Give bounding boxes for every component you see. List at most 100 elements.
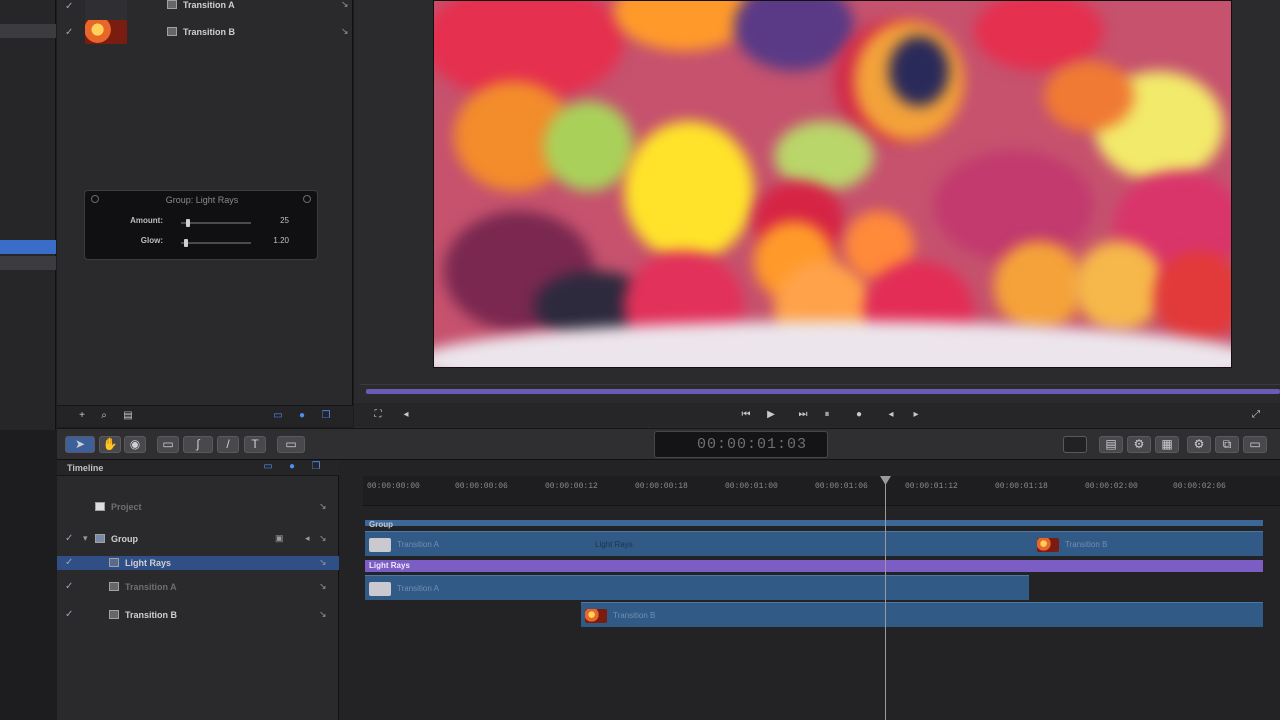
behaviors-icon[interactable]: ⚙	[1127, 436, 1151, 453]
hud-title: Group: Light Rays	[165, 195, 239, 205]
library-item[interactable]	[0, 24, 56, 38]
timeline-tracks[interactable]: 00:00:00:00 00:00:00:06 00:00:00:12 00:0…	[363, 460, 1280, 720]
playhead[interactable]	[885, 476, 886, 720]
mini-timeline[interactable]	[360, 375, 1280, 403]
arrow-icon: ↘	[319, 609, 327, 619]
ruler-label: 00:00:00:12	[545, 482, 598, 491]
add-icon[interactable]: +	[75, 409, 89, 423]
pause-icon[interactable]: ⏸	[820, 408, 834, 422]
bezier-tool-icon[interactable]: ∫	[183, 436, 213, 453]
audio-icon[interactable]: ◂	[305, 534, 314, 543]
clip-label: Transition B	[613, 611, 656, 620]
mask-tool-icon[interactable]: ▭	[277, 436, 305, 453]
ruler-label: 00:00:01:06	[815, 482, 868, 491]
checkbox-icon[interactable]: ✓	[65, 28, 75, 38]
rectangle-tool-icon[interactable]: ▭	[157, 436, 179, 453]
film-icon	[167, 0, 177, 9]
lock-icon[interactable]: ▣	[275, 534, 284, 543]
timeline-gutter	[339, 460, 363, 720]
viewer-icon[interactable]: ▭	[261, 460, 275, 474]
film-icon	[109, 610, 119, 619]
checkbox-icon[interactable]: ✓	[65, 534, 75, 544]
clip-label: Transition B	[1065, 540, 1108, 549]
color-swatch[interactable]	[1063, 436, 1087, 453]
loop-icon[interactable]: ◂	[399, 408, 413, 422]
filter-icon	[109, 558, 119, 567]
next-frame-icon[interactable]: ▸	[909, 408, 923, 422]
timeline-row-transition-b[interactable]: ✓ Transition B ↘	[57, 604, 339, 626]
ruler-label: 00:00:00:06	[455, 482, 508, 491]
library-item-selected[interactable]	[0, 240, 56, 254]
timeline-row-light-rays[interactable]: ✓ Light Rays ↘	[57, 556, 339, 570]
export-icon[interactable]: ⧉	[1215, 436, 1239, 453]
layer-row-transition-b[interactable]: ✓ Transition B ↘	[57, 18, 353, 46]
fruit-blob	[1074, 241, 1164, 331]
go-to-end-icon[interactable]: ⏭	[796, 408, 810, 422]
canvas-image[interactable]	[433, 0, 1232, 368]
arrow-icon: ↘	[319, 501, 327, 511]
audio-icon[interactable]: ●	[852, 408, 866, 422]
go-to-start-icon[interactable]: ⏮	[739, 408, 753, 422]
stack-icon[interactable]: ❐	[319, 409, 333, 423]
pen-tool-icon[interactable]: /	[217, 436, 239, 453]
search-icon[interactable]: ⌕	[97, 409, 111, 423]
timeline-row-group[interactable]: ✓ ▾ Group ▣ ◂ ↘	[57, 528, 339, 550]
text-tool-icon[interactable]: T	[244, 436, 266, 453]
layers-icon[interactable]: ▤	[121, 409, 135, 423]
row-label: Light Rays	[125, 558, 172, 568]
library-item[interactable]	[0, 256, 56, 270]
group-bar[interactable]	[365, 520, 1263, 526]
timeline-title: Timeline	[67, 463, 104, 473]
timeline-row-transition-a[interactable]: ✓ Transition A ↘	[57, 576, 339, 598]
dot-icon[interactable]: ●	[285, 460, 299, 474]
library-strip	[0, 0, 56, 430]
dot-icon[interactable]: ●	[295, 409, 309, 423]
glow-slider[interactable]	[181, 239, 251, 247]
timeline-ruler[interactable]: 00:00:00:00 00:00:00:06 00:00:00:12 00:0…	[363, 476, 1280, 506]
library-icon[interactable]: ▤	[1099, 436, 1123, 453]
select-tool-icon[interactable]: ➤	[65, 436, 95, 453]
camera-tool-icon[interactable]: ◉	[124, 436, 146, 453]
slider-knob[interactable]	[184, 239, 189, 247]
pan-tool-icon[interactable]: ✋	[99, 436, 121, 453]
fruit-blob	[889, 36, 949, 106]
share-icon[interactable]: ▭	[1243, 436, 1267, 453]
fullscreen-icon[interactable]: ⤢	[1249, 408, 1263, 422]
arrow-icon: ↘	[319, 581, 327, 591]
disclosure-icon[interactable]: ▾	[83, 534, 92, 543]
transition-a-clip[interactable]: Transition A	[365, 575, 1029, 600]
settings-icon[interactable]: ⚙	[1187, 436, 1211, 453]
light-rays-bar[interactable]	[365, 560, 1263, 572]
previous-frame-icon[interactable]: ◂	[884, 408, 898, 422]
arrow-icon: ↘	[341, 26, 349, 36]
fruit-blob	[994, 241, 1084, 331]
amount-slider[interactable]	[181, 219, 251, 227]
transition-b-clip[interactable]: Transition B	[581, 602, 1263, 627]
timeline-row-project[interactable]: Project ↘	[57, 496, 339, 518]
inspector-icon[interactable]	[303, 195, 311, 203]
play-icon[interactable]: ▶	[764, 408, 778, 422]
param-value[interactable]: 1.20	[273, 236, 289, 245]
checkbox-icon[interactable]: ✓	[65, 610, 75, 620]
slider-knob[interactable]	[186, 219, 191, 227]
hud-panel[interactable]: Group: Light Rays Amount: 25 Glow: 1.20	[84, 190, 318, 260]
clip-label: Transition A	[397, 584, 439, 593]
clip-label: Light Rays	[595, 540, 633, 549]
stack-icon[interactable]: ❐	[309, 460, 323, 474]
clip-thumbnail	[369, 582, 391, 596]
checkbox-icon[interactable]: ✓	[65, 2, 75, 12]
filters-icon[interactable]: ▦	[1155, 436, 1179, 453]
row-label: Transition A	[125, 582, 177, 592]
mini-timeline-bar[interactable]	[366, 389, 1280, 394]
param-value[interactable]: 25	[280, 216, 289, 225]
timecode-display[interactable]: 00:00:01:03	[654, 431, 828, 458]
mini-ruler[interactable]	[360, 377, 1280, 385]
checkbox-icon[interactable]: ✓	[65, 582, 75, 592]
viewer-icon[interactable]: ▭	[271, 409, 285, 423]
ruler-label: 00:00:00:18	[635, 482, 688, 491]
checkbox-icon[interactable]: ✓	[65, 558, 75, 568]
group-clip[interactable]: Transition A Light Rays Transition B	[365, 531, 1263, 556]
arrow-icon: ↘	[319, 533, 327, 543]
layer-row-transition-a[interactable]: ✓ Transition A ↘	[57, 0, 353, 22]
fit-icon[interactable]: ⛶	[371, 408, 385, 422]
